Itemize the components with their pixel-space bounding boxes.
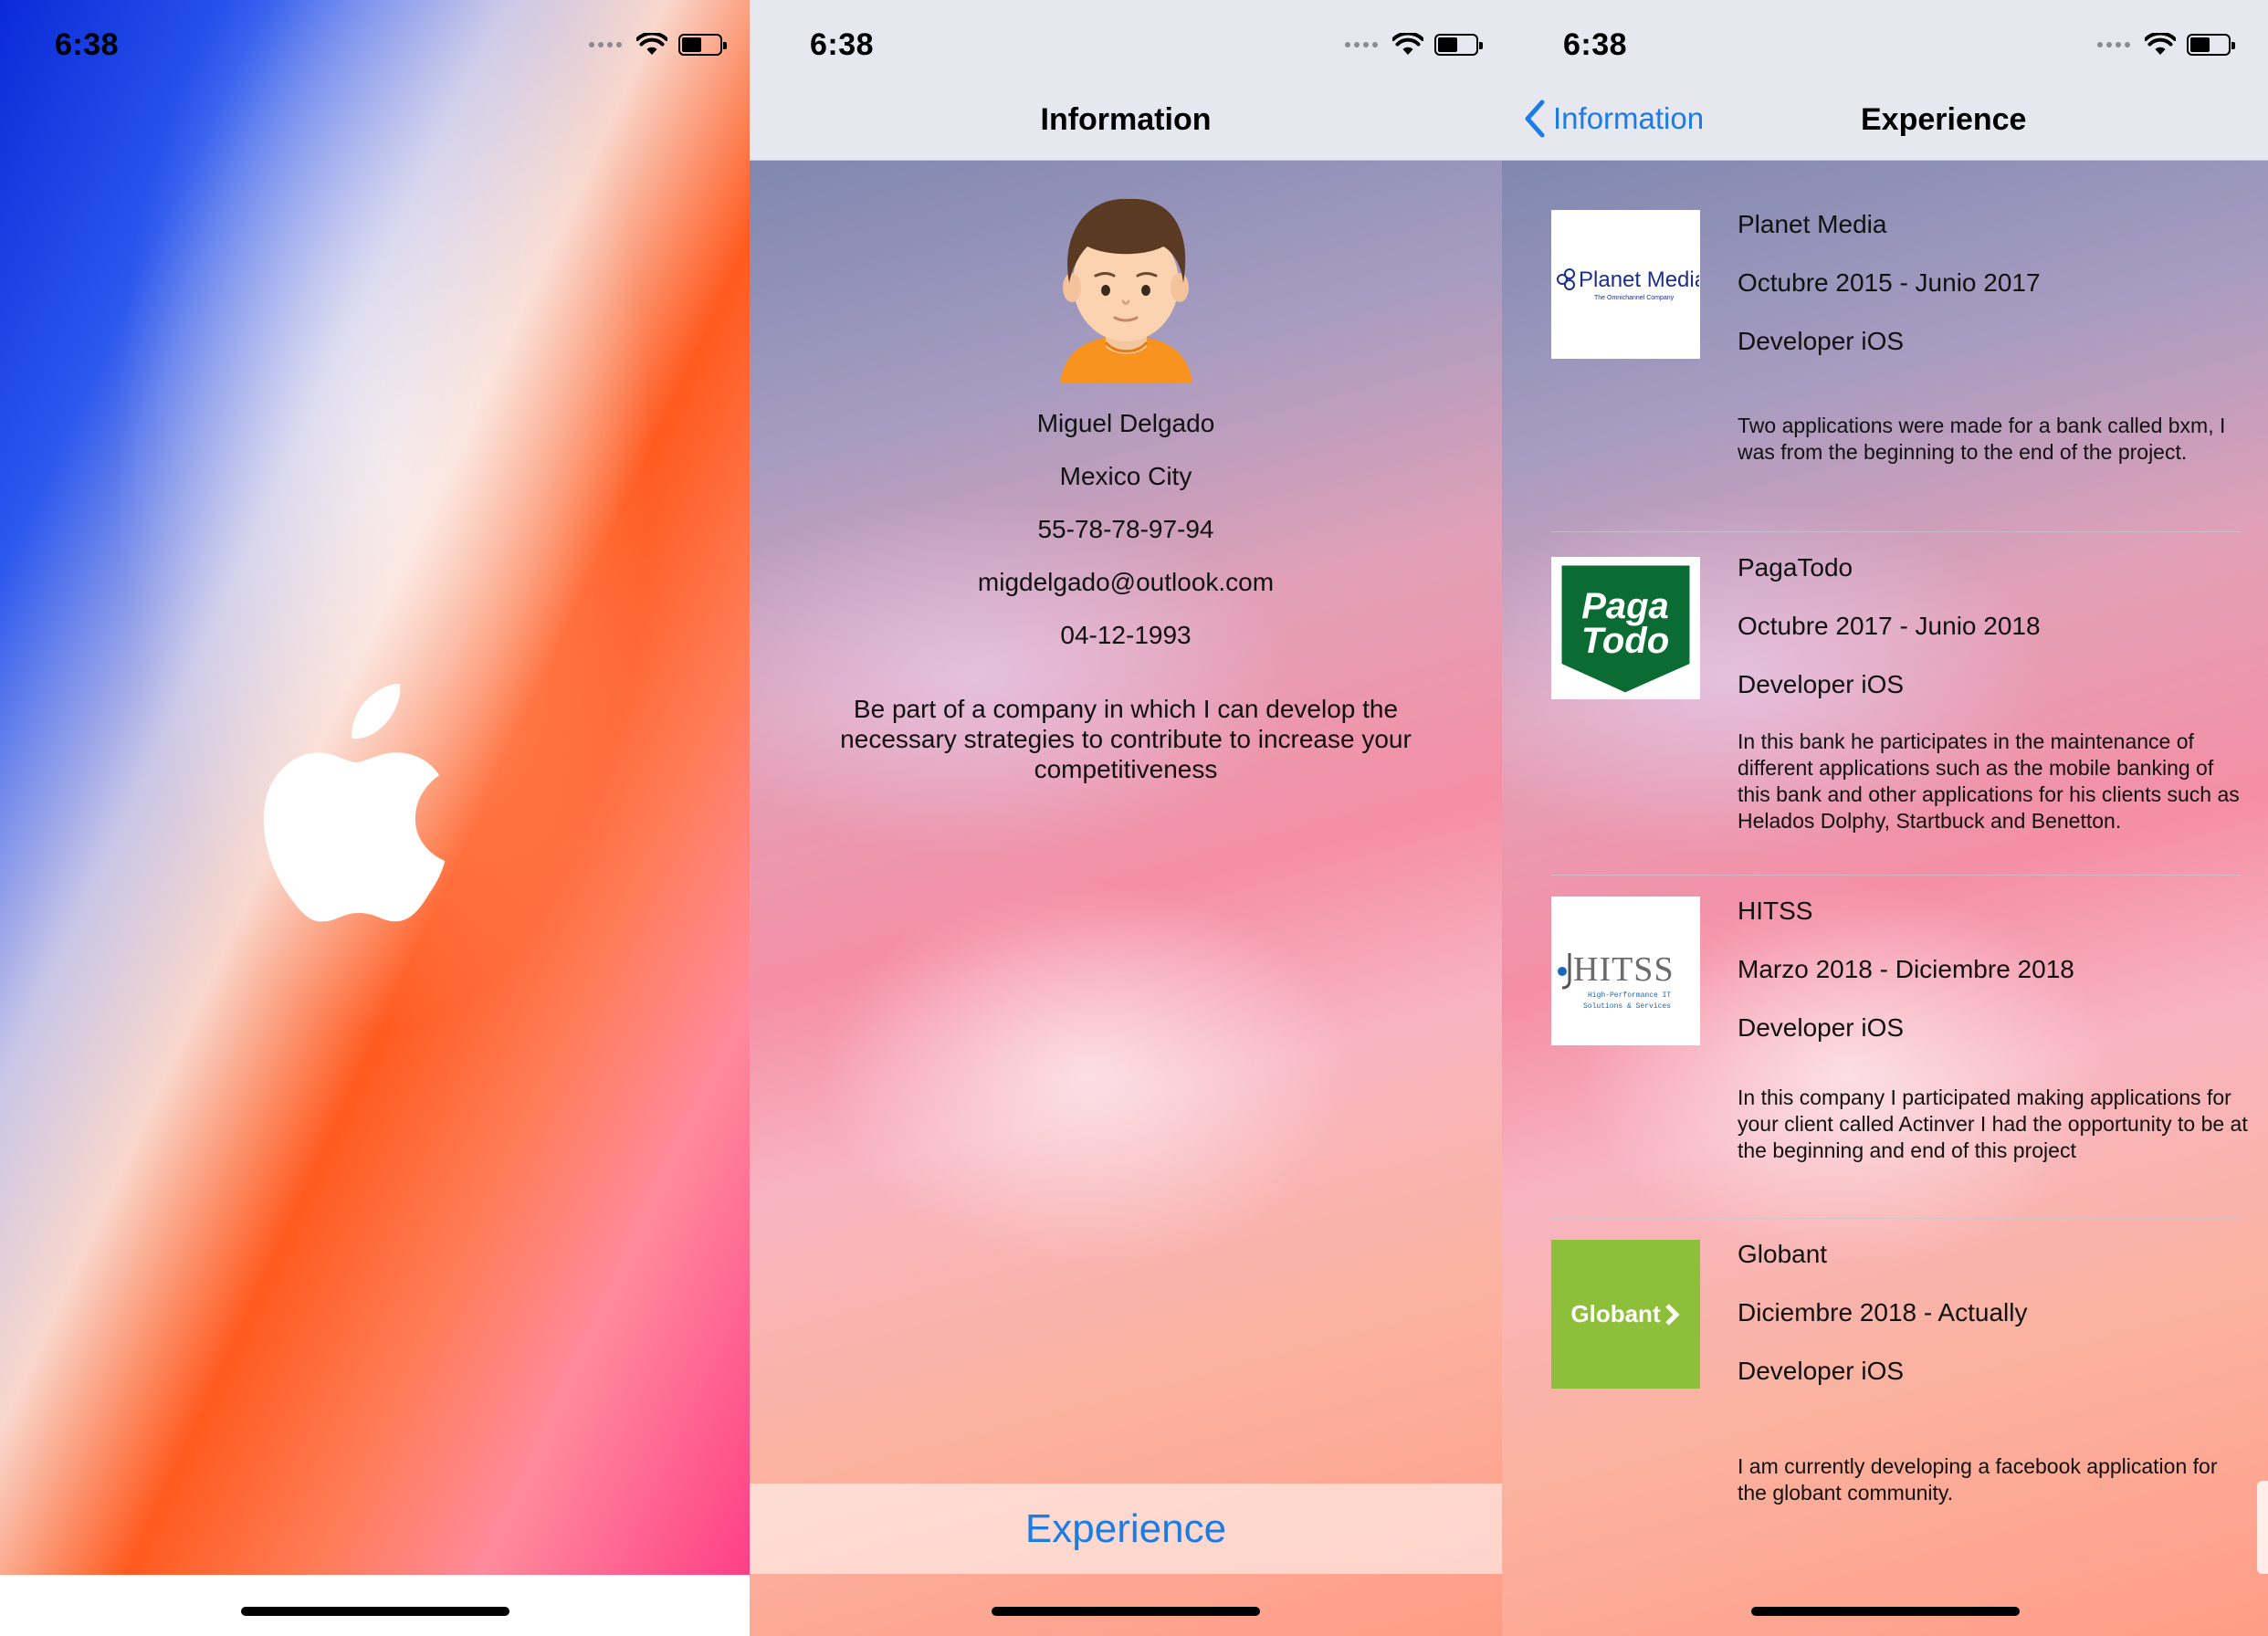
hitss-logo: HITSS High-Performance IT Solutions & Se…: [1551, 897, 1700, 1045]
home-indicator[interactable]: [240, 1607, 509, 1616]
job-period: Octubre 2015 - Junio 2017: [1738, 268, 2041, 297]
hitss-logo-text: HITSS: [1573, 950, 1675, 989]
job-role: Developer iOS: [1738, 670, 1905, 698]
home-indicator[interactable]: [1750, 1607, 2020, 1616]
wifi-icon: [2145, 33, 2176, 55]
row-separator: [1551, 1218, 2241, 1219]
battery-icon: [2187, 34, 2235, 56]
row-separator: [1551, 875, 2241, 876]
splash-screen: 6:38: [0, 0, 750, 1636]
page-title: Information: [1040, 102, 1212, 137]
chevron-left-icon: [1525, 100, 1545, 138]
status-icons: [589, 33, 727, 57]
battery-icon: [678, 34, 727, 56]
chevron-right-icon: [1664, 1303, 1680, 1326]
job-role: Developer iOS: [1738, 1357, 1905, 1385]
job-role: Developer iOS: [1738, 1013, 1905, 1042]
job-company: Planet Media: [1738, 210, 1887, 238]
planet-media-logo: Planet Media The Omnichannel Company: [1551, 210, 1700, 359]
wifi-icon: [1392, 33, 1423, 55]
status-time: 6:38: [1563, 27, 1628, 62]
job-period: Diciembre 2018 - Actually: [1738, 1298, 2028, 1327]
scrollbar[interactable]: [2257, 1481, 2268, 1574]
experience-screen: Experience Information 6:38 Planet Media: [1502, 0, 2268, 1636]
planet-media-logo-text: Planet Media: [1579, 267, 1699, 292]
page-title: Experience: [1861, 102, 2027, 137]
job-description: In this bank he participates in the main…: [1738, 729, 2240, 833]
signal-icon: [2097, 42, 2130, 47]
pagatodo-logo-text-2: Todo: [1581, 621, 1669, 661]
job-company: HITSS: [1738, 897, 1813, 925]
pagatodo-logo: Paga Todo: [1551, 557, 1700, 699]
row-separator: [1551, 531, 2241, 532]
job-description: In this company I participated making ap…: [1738, 1085, 2248, 1162]
profile-phone: 55-78-78-97-94: [1037, 515, 1214, 543]
planet-media-logo-tagline: The Omnichannel Company: [1594, 295, 1675, 301]
home-indicator[interactable]: [992, 1607, 1260, 1616]
experience-button[interactable]: Experience: [750, 1484, 1502, 1574]
job-company: PagaTodo: [1738, 553, 1853, 582]
job-company: Globant: [1738, 1240, 1828, 1268]
status-time: 6:38: [810, 27, 875, 62]
status-bar: 6:38: [0, 0, 750, 91]
job-description: I am currently developing a facebook app…: [1738, 1454, 2218, 1505]
information-screen: Information 6:38 Miguel Delgado Mexico C…: [750, 0, 1502, 1636]
job-role: Developer iOS: [1738, 327, 1905, 355]
back-button-label: Information: [1553, 101, 1705, 135]
bottom-bar: [0, 1575, 750, 1636]
signal-icon: [1345, 42, 1378, 47]
profile-city: Mexico City: [1059, 462, 1192, 490]
battery-icon: [1434, 34, 1483, 56]
person-avatar-icon: [1060, 198, 1192, 383]
profile-email: migdelgado@outlook.com: [977, 568, 1275, 596]
status-time: 6:38: [55, 27, 120, 62]
profile-name: Miguel Delgado: [1036, 409, 1215, 437]
signal-icon: [589, 42, 622, 47]
globant-logo-text: Globant: [1570, 1300, 1661, 1327]
apple-logo-icon: [263, 683, 446, 922]
job-description: Two applications were made for a bank ca…: [1738, 414, 2226, 464]
job-period: Marzo 2018 - Diciembre 2018: [1738, 955, 2074, 983]
job-period: Octubre 2017 - Junio 2018: [1738, 612, 2041, 640]
status-bar: 6:38: [750, 0, 1502, 91]
status-icons: [2097, 33, 2235, 57]
back-button[interactable]: Information: [1522, 99, 1704, 139]
wifi-icon: [636, 33, 667, 55]
hitss-logo-tagline-2: Solutions & Services: [1583, 1002, 1671, 1011]
globant-logo: Globant: [1551, 1240, 1700, 1389]
profile-objective: Be part of a company in which I can deve…: [840, 695, 1412, 783]
status-bar: 6:38: [1502, 0, 2268, 91]
profile-birthdate: 04-12-1993: [1060, 621, 1192, 649]
status-icons: [1345, 33, 1483, 57]
hitss-logo-tagline-1: High-Performance IT: [1588, 991, 1671, 1000]
